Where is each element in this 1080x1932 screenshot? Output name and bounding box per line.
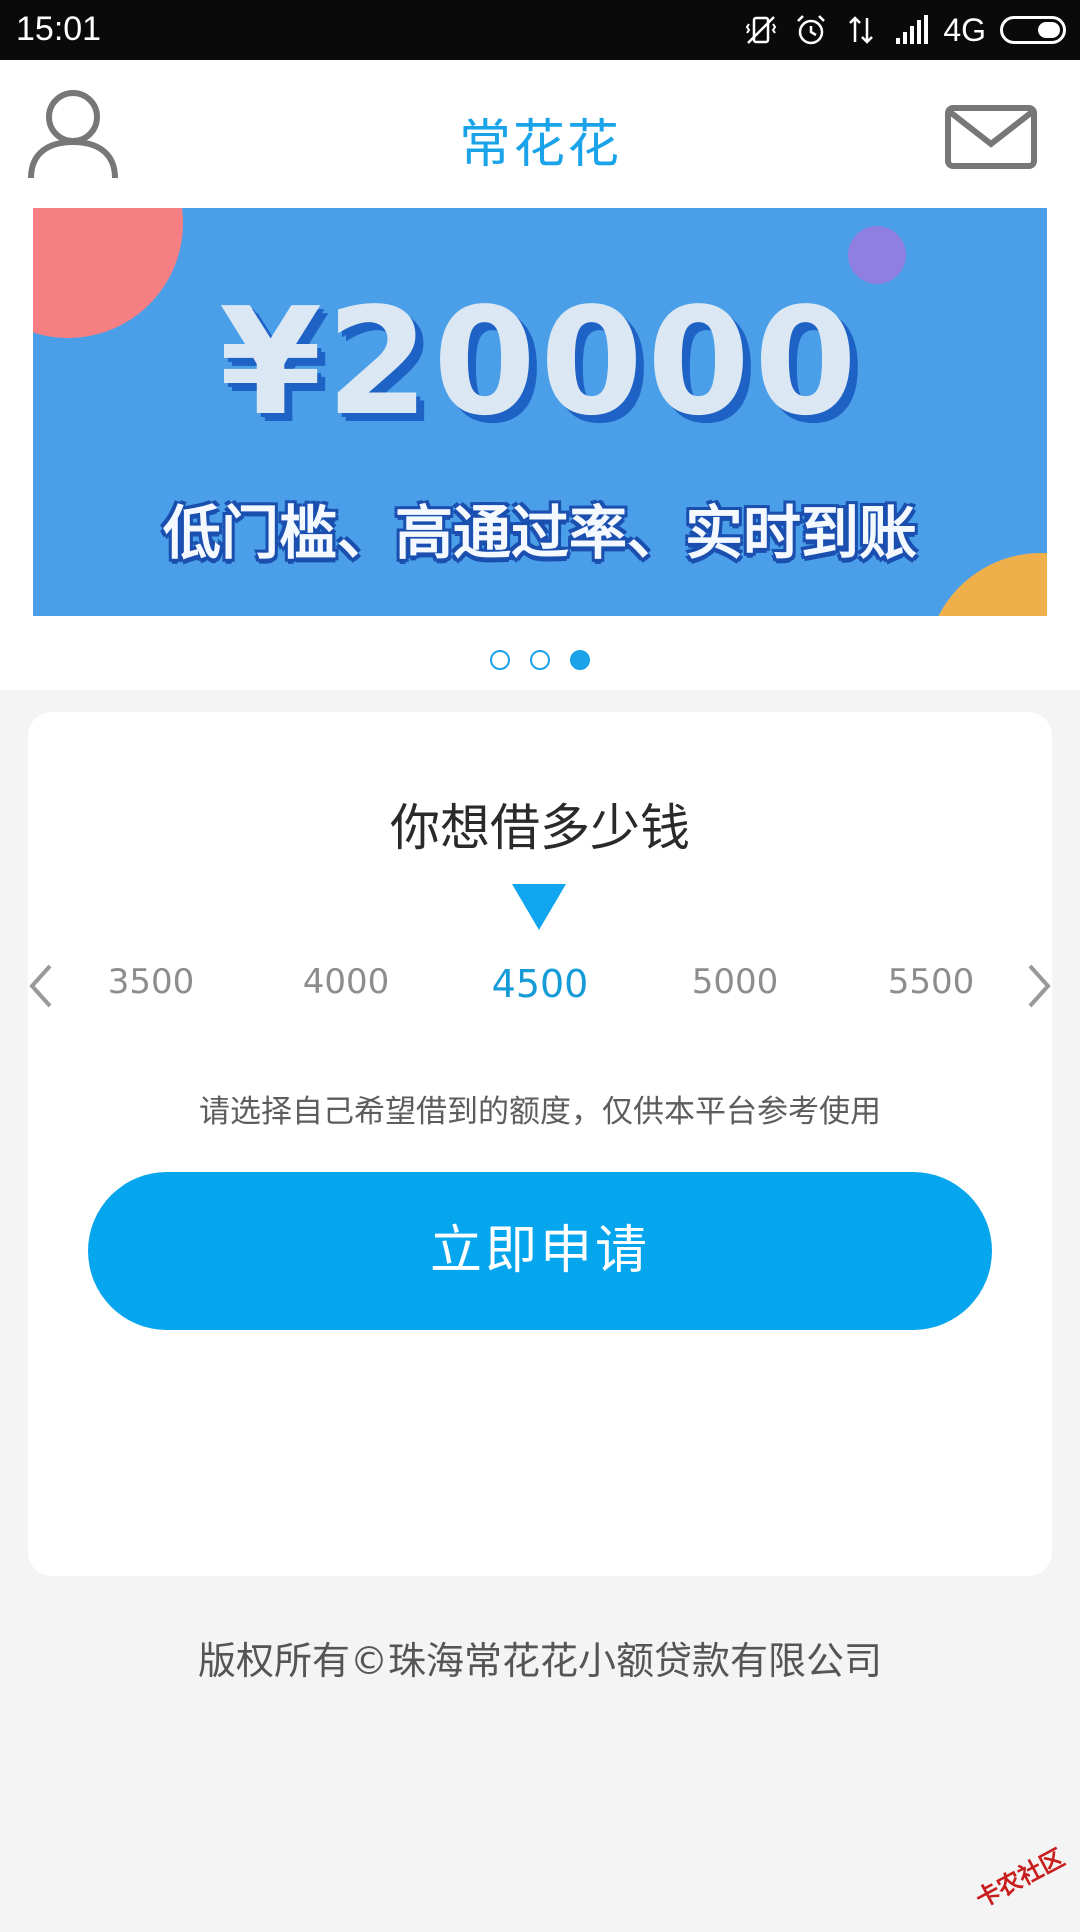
selection-pointer-icon [512,884,566,930]
amount-option[interactable]: 3500 [76,962,226,1002]
signal-icon [896,15,929,44]
vibrate-off-icon [746,16,777,44]
chevron-right-icon[interactable] [1020,958,1060,1014]
apply-now-button[interactable]: 立即申请 [88,1172,992,1330]
banner-tagline: 低门槛、高通过率、实时到账 [162,499,917,567]
amount-option-selected[interactable]: 4500 [465,962,615,1006]
page-title: 常花花 [458,115,621,175]
status-time: 15:01 [16,10,102,48]
carousel-indicator [0,650,1080,670]
watermark-logo: 卡农社区 [950,1828,1075,1932]
watermark-text: 卡农社区 [971,1843,1070,1914]
carousel-dot[interactable] [490,650,510,670]
alarm-icon [797,15,826,45]
battery-level [1038,22,1060,38]
amount-selector[interactable]: 3500 4000 4500 5000 5500 [28,962,1052,1012]
amount-option[interactable]: 4000 [271,962,421,1002]
promo-banner[interactable]: ¥20000 低门槛、高通过率、实时到账 [33,208,1047,616]
status-bar: 15:01 4G [0,0,1080,60]
data-transfer-icon [849,16,874,44]
copyright-text: 版权所有©珠海常花花小额贷款有限公司 [197,1639,882,1683]
loan-question: 你想借多少钱 [390,799,690,857]
banner-section: ¥20000 低门槛、高通过率、实时到账 [0,208,1080,690]
amount-option[interactable]: 5000 [660,962,810,1002]
carousel-dot-active[interactable] [570,650,590,670]
battery-icon [1000,16,1066,44]
network-type: 4G [943,11,986,48]
carousel-dot[interactable] [530,650,550,670]
mail-icon[interactable] [944,104,1038,170]
amount-hint: 请选择自己希望借到的额度，仅供本平台参考使用 [199,1094,881,1130]
amount-option[interactable]: 5500 [856,962,1006,1002]
loan-amount-card: 你想借多少钱 3500 4000 4500 5000 5500 请选择自己希望借… [28,712,1052,1576]
status-icons: 4G [743,8,1066,52]
app-header: 常花花 [0,60,1080,208]
banner-amount: ¥20000 [219,276,861,448]
